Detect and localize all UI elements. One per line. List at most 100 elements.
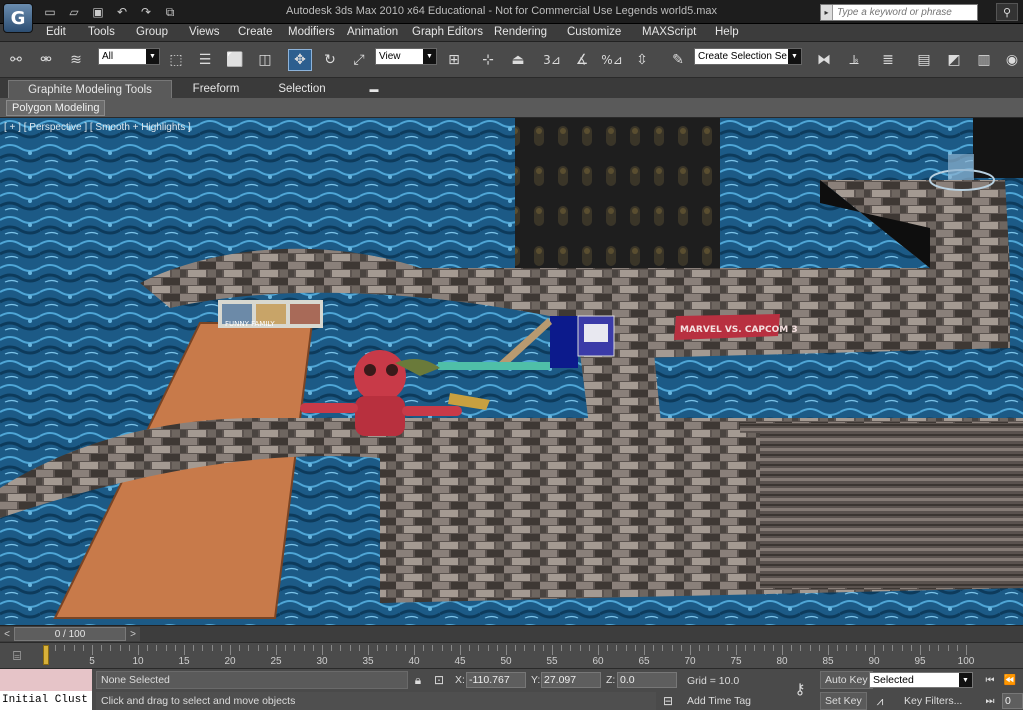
time-slider-next-icon[interactable]: > xyxy=(126,627,140,641)
binoculars-icon[interactable]: ⚲ xyxy=(996,3,1018,21)
undo-icon[interactable]: ↶ xyxy=(112,3,132,21)
schematic-view-icon[interactable]: ▥ xyxy=(972,49,996,71)
go-to-start-icon[interactable]: ⏮ xyxy=(982,672,998,688)
tab-selection[interactable]: Selection xyxy=(262,80,342,98)
select-and-rotate-icon[interactable]: ↻ xyxy=(318,49,342,71)
menu-create[interactable]: Create xyxy=(238,26,273,38)
ruler-tick xyxy=(414,645,415,655)
ruler-label: 90 xyxy=(868,656,880,667)
ruler-tick xyxy=(874,645,875,655)
mini-curve-editor-icon[interactable]: ⌸ xyxy=(8,647,26,665)
lock-selection-icon[interactable]: 🔒︎ xyxy=(410,672,426,688)
edit-named-selection-icon[interactable]: ✎ xyxy=(666,49,690,71)
x-coordinate-field[interactable]: -110.767 xyxy=(466,672,526,688)
menu-rendering[interactable]: Rendering xyxy=(494,26,547,38)
mirror-icon[interactable]: ⧓ xyxy=(812,49,836,71)
menu-customize[interactable]: Customize xyxy=(567,26,621,38)
time-slider-thumb[interactable]: 0 / 100 xyxy=(14,627,126,641)
ruler-tick xyxy=(809,645,811,651)
menu-modifiers[interactable]: Modifiers xyxy=(288,26,335,38)
current-frame-field[interactable]: 0 xyxy=(1002,693,1023,709)
select-manipulate-icon[interactable]: ⊹ xyxy=(476,49,500,71)
tab-graphite-modeling-tools[interactable]: Graphite Modeling Tools xyxy=(8,80,172,98)
select-object-icon[interactable]: ⬚ xyxy=(164,49,188,71)
search-expand-icon[interactable]: ▸ xyxy=(821,5,833,20)
menu-animation[interactable]: Animation xyxy=(347,26,398,38)
ruler-tick xyxy=(579,645,581,651)
ruler-tick xyxy=(358,645,360,651)
key-icon[interactable]: ⚷ xyxy=(788,680,812,698)
bind-space-warp-icon[interactable]: ≋ xyxy=(64,49,88,71)
graphite-toggle-icon[interactable]: ▤ xyxy=(912,49,936,71)
layer-manager-icon[interactable]: ≣ xyxy=(876,49,900,71)
y-coordinate-field[interactable]: 27.097 xyxy=(541,672,601,688)
menu-edit[interactable]: Edit xyxy=(46,26,66,38)
selection-filter-dropdown[interactable]: All ▼ xyxy=(98,48,160,65)
save-icon[interactable]: ▣ xyxy=(88,3,108,21)
open-icon[interactable]: ▱ xyxy=(64,3,84,21)
menu-tools[interactable]: Tools xyxy=(88,26,115,38)
menu-group[interactable]: Group xyxy=(136,26,168,38)
angle-snap-icon[interactable]: ∡ xyxy=(570,49,594,71)
project-icon[interactable]: ⧉ xyxy=(160,3,180,21)
unlink-icon[interactable]: ⚮ xyxy=(34,49,58,71)
ruler-label: 20 xyxy=(224,656,236,667)
menu-views[interactable]: Views xyxy=(189,26,219,38)
snap-toggle-icon[interactable]: 3 ⊿ xyxy=(540,49,564,71)
z-label: Z: xyxy=(606,674,616,686)
ruler-tick xyxy=(119,645,121,651)
main-toolbar: ⚯ ⚮ ≋ All ▼ ⬚ ☰ ⬜ ◫ ✥ ↻ ⤢ View ▼ ⊞ ⊹ ⏏ 3 ⊿ … xyxy=(0,42,1023,78)
polygon-modeling-button[interactable]: Polygon Modeling xyxy=(6,100,106,116)
key-mode-dropdown[interactable]: Selected ▼ xyxy=(869,672,973,688)
perspective-viewport[interactable]: FUNNY FAMILY MARVEL VS. CAPCOM 3 [+] [… xyxy=(0,118,1023,625)
new-icon[interactable]: ▭ xyxy=(40,3,60,21)
ruler-tick xyxy=(938,645,940,651)
select-and-link-icon[interactable]: ⚯ xyxy=(4,49,28,71)
select-and-move-icon[interactable]: ✥ xyxy=(288,49,312,71)
menu-maxscript[interactable]: MAXScript xyxy=(642,26,696,38)
previous-frame-icon[interactable]: ⏪ xyxy=(1002,672,1018,688)
current-frame-marker[interactable] xyxy=(43,645,49,665)
search-input[interactable] xyxy=(833,5,973,20)
select-by-name-icon[interactable]: ☰ xyxy=(193,49,217,71)
window-crossing-icon[interactable]: ◫ xyxy=(253,49,277,71)
ruler-label: 100 xyxy=(957,656,975,667)
ruler-tick xyxy=(653,645,655,651)
maxscript-listener[interactable]: Initial Clust xyxy=(0,669,92,710)
menu-graph-editors[interactable]: Graph Editors xyxy=(412,26,483,38)
add-time-tag-button[interactable]: Add Time Tag xyxy=(683,692,755,710)
auto-key-button[interactable]: Auto Key xyxy=(820,671,873,689)
select-and-scale-icon[interactable]: ⤢ xyxy=(347,49,371,71)
tab-freeform[interactable]: Freeform xyxy=(176,80,256,98)
set-key-button[interactable]: Set Key xyxy=(820,692,867,710)
named-selection-dropdown[interactable]: Create Selection Se ▼ xyxy=(694,48,802,65)
time-slider-prev-icon[interactable]: < xyxy=(0,627,14,641)
reference-coordinate-dropdown[interactable]: View ▼ xyxy=(375,48,437,65)
set-key-curve-icon[interactable]: ⩘ xyxy=(872,693,888,709)
ruler-tick xyxy=(257,645,259,651)
redo-icon[interactable]: ↷ xyxy=(136,3,156,21)
ribbon-minimize-icon[interactable]: ▬ xyxy=(364,80,384,98)
viewport-label[interactable]: [ + ] [ Perspective ] [ Smooth + Highlig… xyxy=(4,122,191,133)
ruler-tick xyxy=(736,645,737,655)
menu-help[interactable]: Help xyxy=(715,26,739,38)
rectangular-selection-icon[interactable]: ⬜ xyxy=(223,49,247,71)
time-tag-icon[interactable]: ⊟ xyxy=(660,693,676,709)
curve-editor-icon[interactable]: ◩ xyxy=(942,49,966,71)
percent-snap-icon[interactable]: % ⊿ xyxy=(600,49,624,71)
spinner-snap-icon[interactable]: ⇳ xyxy=(630,49,654,71)
z-coordinate-field[interactable]: 0.0 xyxy=(617,672,677,688)
key-mode-toggle-icon[interactable]: ⏭ xyxy=(982,693,998,709)
ruler-tick xyxy=(607,645,609,651)
key-filters-button[interactable]: Key Filters... xyxy=(900,692,966,710)
material-editor-icon[interactable]: ◉ xyxy=(1000,49,1023,71)
ruler-tick xyxy=(340,645,342,651)
app-logo-button[interactable]: G xyxy=(3,3,33,33)
absolute-mode-icon[interactable]: ⊡ xyxy=(431,672,447,688)
stretched-path xyxy=(740,423,1023,588)
align-icon[interactable]: ⫡ xyxy=(842,49,866,71)
keyboard-shortcut-override-icon[interactable]: ⏏ xyxy=(506,49,530,71)
track-bar: ⌸ 5 10 15 20 25 30 35 40 45 50 55 60 65 70 75 80 85 90 95 1… xyxy=(0,642,1023,668)
pivot-center-icon[interactable]: ⊞ xyxy=(442,49,466,71)
frame-ruler[interactable]: 5 10 15 20 25 30 35 40 45 50 55 60 65 70 75 80 85 90 95 100 xyxy=(40,643,978,669)
